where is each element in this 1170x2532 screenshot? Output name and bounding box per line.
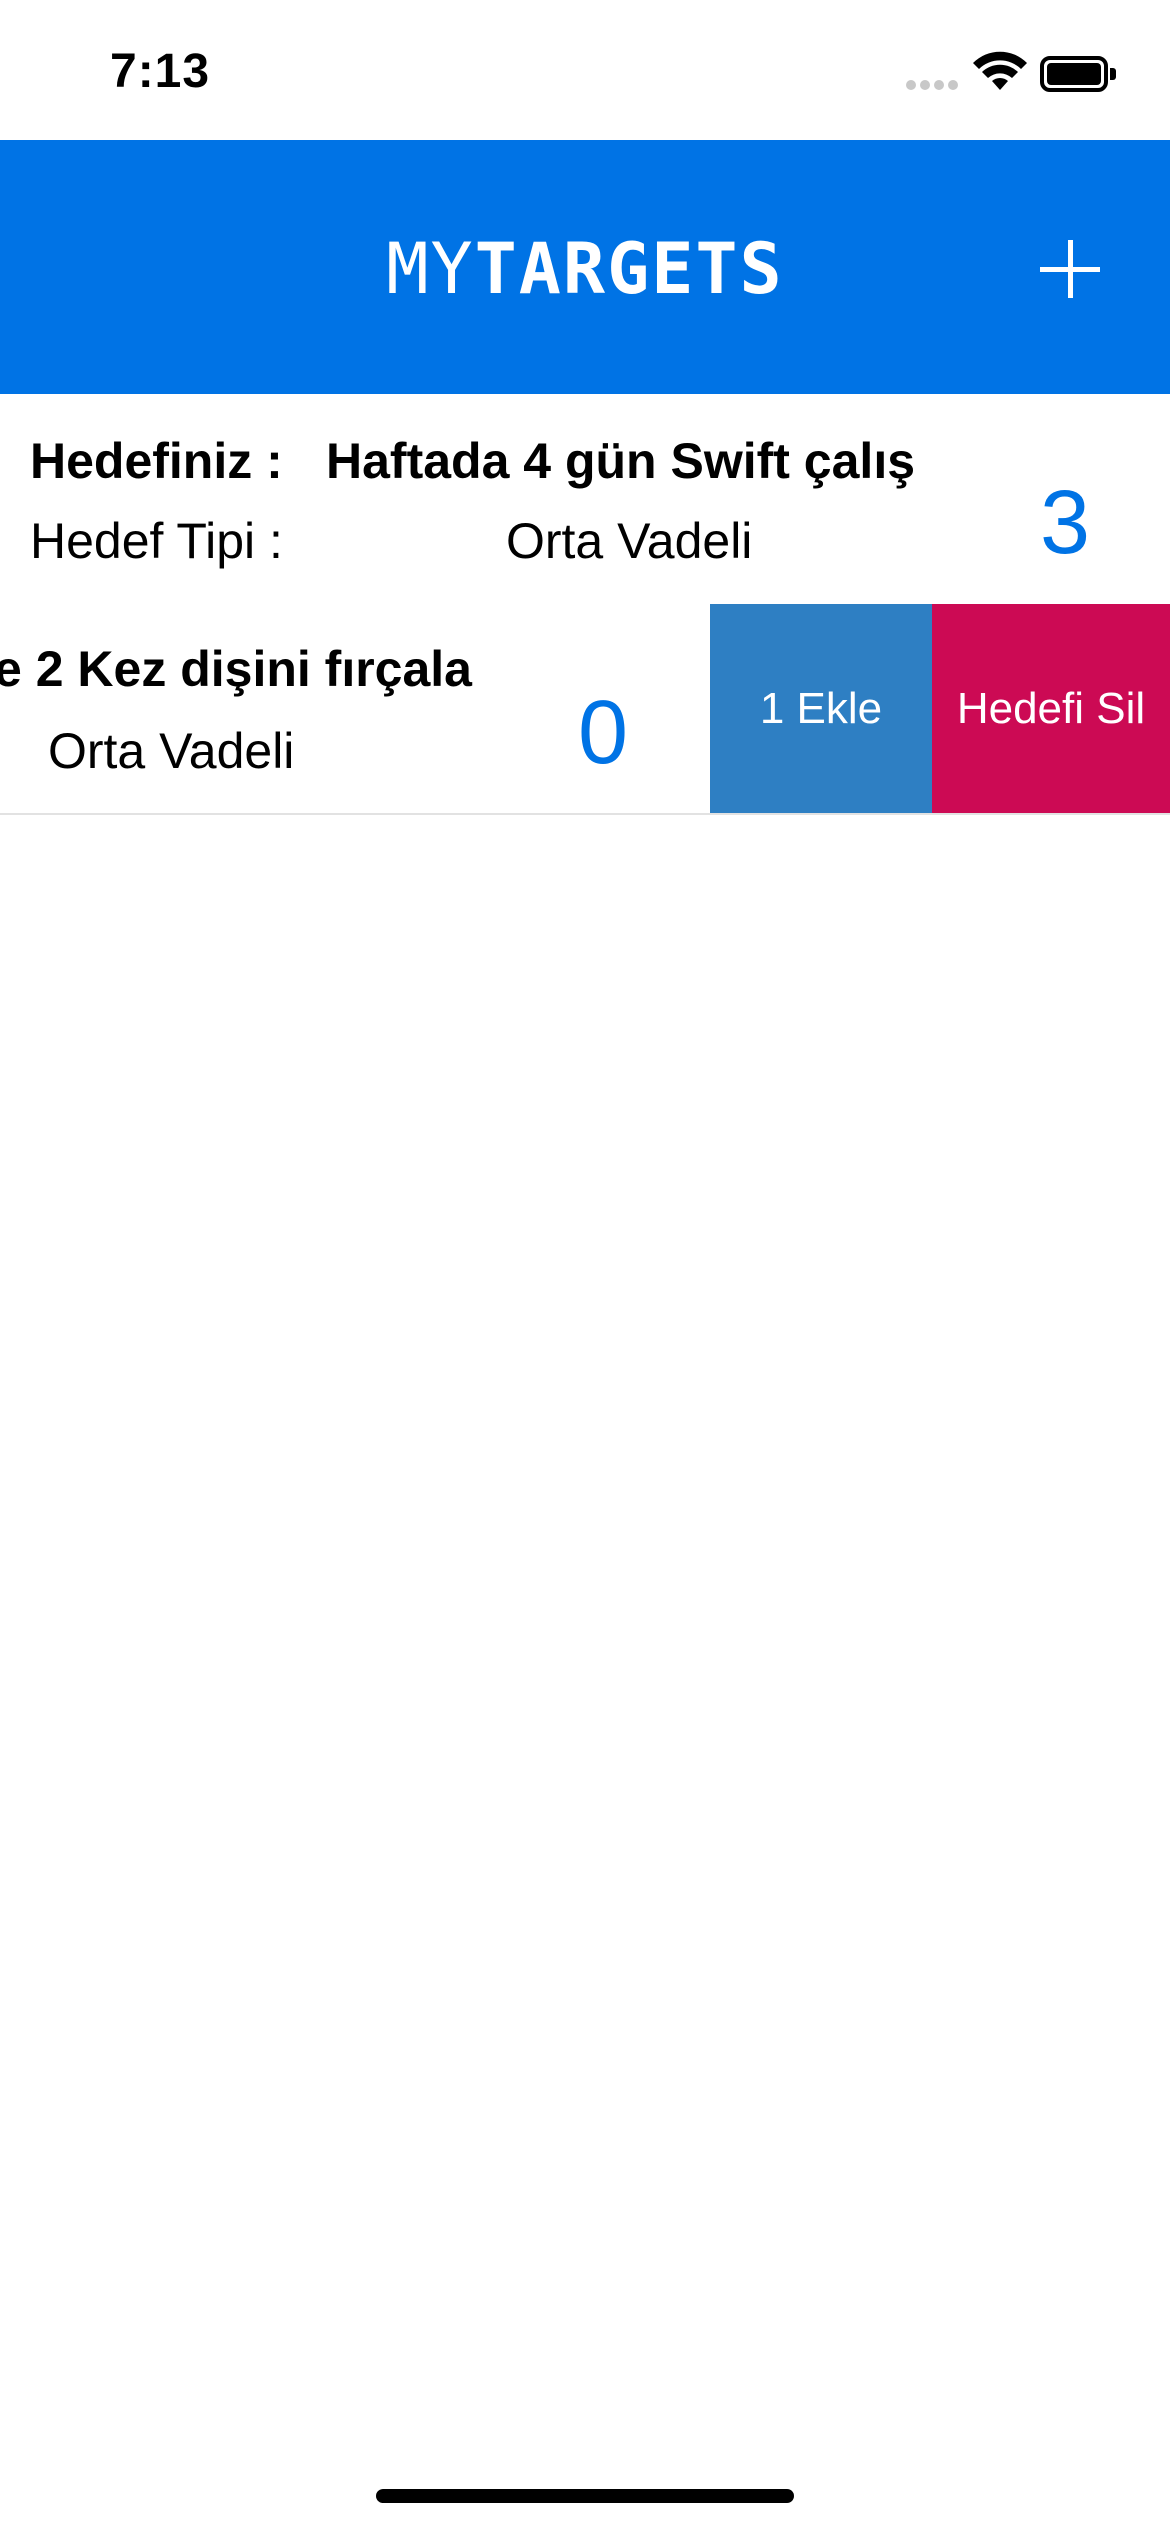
app-screen: 7:13 MYTARGETS Hedefiniz : Haftada 4 gün… bbox=[0, 0, 1170, 2532]
home-indicator[interactable] bbox=[376, 2489, 794, 2503]
target-type-value: Orta Vadeli bbox=[48, 723, 295, 779]
add-target-button[interactable] bbox=[1036, 236, 1104, 304]
nav-title-bold: TARGETS bbox=[474, 228, 784, 310]
nav-title: MYTARGETS bbox=[0, 228, 1170, 310]
row-divider bbox=[0, 813, 1170, 815]
status-time: 7:13 bbox=[110, 45, 211, 98]
nav-bar: MYTARGETS bbox=[0, 140, 1170, 394]
add-one-button[interactable]: 1 Ekle bbox=[710, 604, 932, 813]
target-row-swiped[interactable]: e 2 Kez dişini fırçala Orta Vadeli 0 1 E… bbox=[0, 604, 1170, 814]
target-value: e 2 Kez dişini fırçala bbox=[0, 641, 472, 697]
target-row[interactable]: Hedefiniz : Haftada 4 gün Swift çalış He… bbox=[0, 394, 1170, 604]
target-type-value: Orta Vadeli bbox=[506, 513, 753, 569]
target-type-label: Hedef Tipi : bbox=[30, 513, 283, 569]
target-count: 0 bbox=[578, 683, 629, 783]
target-label: Hedefiniz : bbox=[30, 433, 283, 489]
wifi-icon bbox=[973, 51, 1027, 90]
target-value: Haftada 4 gün Swift çalış bbox=[326, 433, 916, 489]
nav-title-prefix: MY bbox=[386, 228, 475, 310]
status-bar: 7:13 bbox=[0, 0, 1170, 140]
target-count: 3 bbox=[1040, 473, 1091, 573]
target-row-content[interactable]: e 2 Kez dişini fırçala Orta Vadeli 0 bbox=[0, 604, 710, 814]
delete-target-button[interactable]: Hedefi Sil bbox=[932, 604, 1170, 813]
battery-icon bbox=[1040, 56, 1116, 92]
cellular-signal-icon bbox=[906, 80, 958, 94]
